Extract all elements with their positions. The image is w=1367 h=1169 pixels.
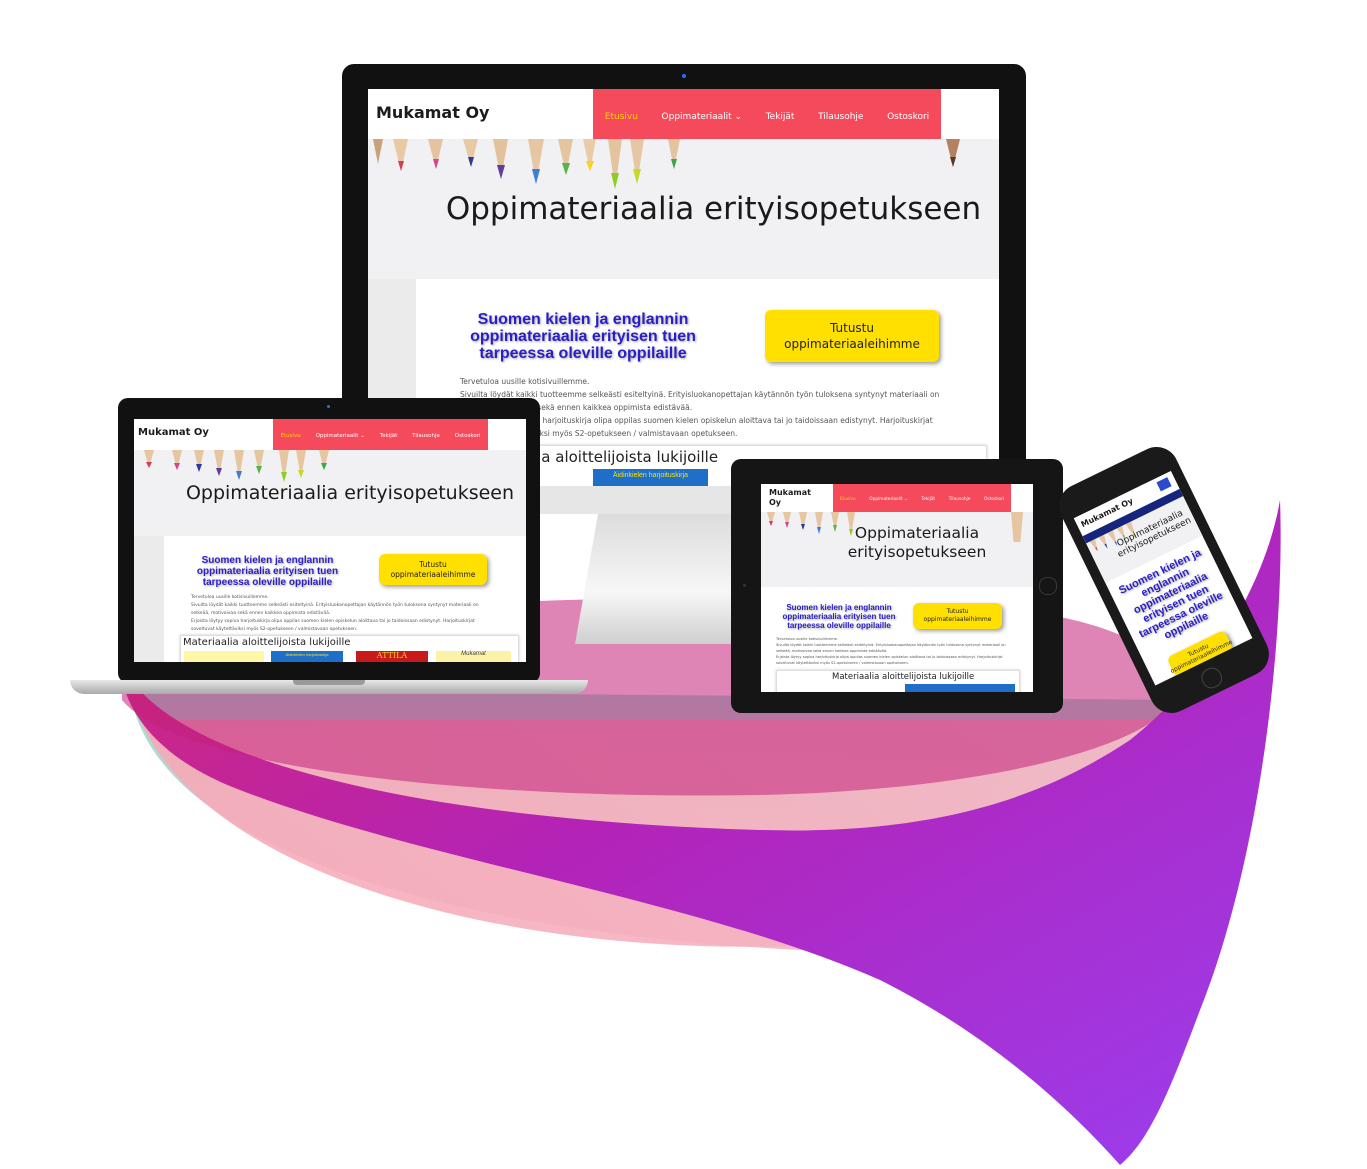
main-nav: Etusivu Oppimateriaalit ⌄ Tekijät Tilaus…: [593, 89, 941, 145]
nav-item-ostoskori[interactable]: Ostoskori: [887, 112, 929, 122]
materials-title: Materiaalia aloittelijoista lukijoille: [832, 672, 975, 682]
materials-title: Materiaalia aloittelijoista lukijoille: [183, 637, 351, 648]
site-header: Mukamat Oy Etusivu Oppimateriaalit ⌄ Tek…: [761, 484, 1033, 514]
nav-item-ostoskori[interactable]: Ostoskori: [984, 497, 1004, 502]
nav-item-etusivu[interactable]: Etusivu: [840, 497, 856, 502]
cta-button[interactable]: Tutustu oppimateriaaleihimme: [379, 554, 487, 585]
site-header: Mukamat Oy Etusivu Oppimateriaalit ⌄ Tek…: [368, 89, 999, 145]
cta-button[interactable]: Tutustu oppimateriaaleihimme: [913, 603, 1002, 629]
nav-item-etusivu[interactable]: Etusivu: [605, 112, 638, 122]
hero-banner: Oppimateriaalia erityisopetukseen: [368, 139, 999, 279]
cta-button[interactable]: Tutustu oppimateriaaleihimme: [765, 310, 939, 362]
nav-item-tilausohje[interactable]: Tilausohje: [818, 112, 863, 122]
intro-heading: Suomen kielen ja englannin oppimateriaal…: [782, 603, 896, 630]
site-logo[interactable]: Mukamat Oy: [376, 103, 489, 122]
home-button[interactable]: [1198, 664, 1226, 692]
nav-item-tekijat[interactable]: Tekijät: [766, 112, 795, 122]
webcam-dot: [327, 405, 330, 408]
tablet-screen: Mukamat Oy Etusivu Oppimateriaalit ⌄ Tek…: [761, 484, 1033, 692]
nav-item-tekijat[interactable]: Tekijät: [921, 497, 935, 502]
book-aidinkieli[interactable]: Äidinkielen harjoituskirja: [593, 469, 708, 486]
camera-dot: [743, 584, 746, 587]
side-column: [134, 536, 164, 662]
hero-title: Oppimateriaalia erityisopetukseen: [445, 191, 982, 227]
laptop-notch: [293, 680, 365, 685]
site-logo[interactable]: Mukamat Oy: [138, 427, 209, 438]
materials-section: Materiaalia aloittelijoista lukijoille: [776, 670, 1020, 692]
main-nav: Etusivu Oppimateriaalit ⌄ Tekijät Tilaus…: [833, 484, 1011, 514]
site-header: Mukamat Oy Etusivu Oppimateriaalit ⌄ Tek…: [134, 419, 526, 452]
book-attila[interactable]: ATTILA: [356, 651, 428, 662]
hero-title: Oppimateriaalia erityisopetukseen: [185, 482, 515, 504]
book-aidinkieli[interactable]: Äidinkielen harjoituskirja: [271, 651, 343, 662]
main-nav: Etusivu Oppimateriaalit ⌄ Tekijät Tilaus…: [273, 419, 488, 452]
nav-item-oppimateriaalit[interactable]: Oppimateriaalit ⌄: [662, 112, 743, 122]
intro-text: Tervetuloa uusille kotisivuillemme. Sivu…: [191, 595, 479, 632]
intro-heading: Suomen kielen ja englannin oppimateriaal…: [196, 555, 339, 588]
chevron-down-icon: ⌄: [734, 112, 743, 122]
hero-title: Oppimateriaalia erityisopetukseen: [847, 524, 987, 561]
nav-item-ostoskori[interactable]: Ostoskori: [455, 433, 481, 439]
materials-section: Materiaalia aloittelijoista lukijoille Ä…: [180, 635, 519, 662]
book-mukamat[interactable]: Mukamat: [436, 651, 511, 662]
nav-item-tilausohje[interactable]: Tilausohje: [949, 497, 971, 502]
nav-item-etusivu[interactable]: Etusivu: [280, 433, 300, 439]
nav-item-tilausohje[interactable]: Tilausohje: [412, 433, 440, 439]
webcam-dot: [682, 74, 686, 78]
site-logo[interactable]: Mukamat Oy: [769, 488, 811, 508]
nav-item-oppimateriaalit[interactable]: Oppimateriaalit ⌄: [316, 433, 365, 439]
nav-item-tekijat[interactable]: Tekijät: [380, 433, 398, 439]
menu-icon[interactable]: [1156, 477, 1172, 492]
chevron-down-icon: ⌄: [904, 496, 908, 502]
home-button[interactable]: [1039, 577, 1057, 595]
chevron-down-icon: ⌄: [360, 432, 365, 439]
hero-banner: Oppimateriaalia erityisopetukseen: [761, 512, 1033, 587]
book-yellow[interactable]: [184, 651, 264, 662]
intro-heading: Suomen kielen ja englannin oppimateriaal…: [470, 311, 696, 362]
book-aidinkieli[interactable]: [905, 684, 1015, 692]
nav-item-oppimateriaalit[interactable]: Oppimateriaalit ⌄: [869, 497, 907, 502]
intro-text: Tervetuloa uusille kotisivuillemme. Sivu…: [776, 637, 1006, 665]
pencils-image: [373, 139, 960, 189]
hero-banner: Oppimateriaalia erityisopetukseen: [134, 450, 526, 536]
laptop-screen: Mukamat Oy Etusivu Oppimateriaalit ⌄ Tek…: [134, 419, 526, 662]
